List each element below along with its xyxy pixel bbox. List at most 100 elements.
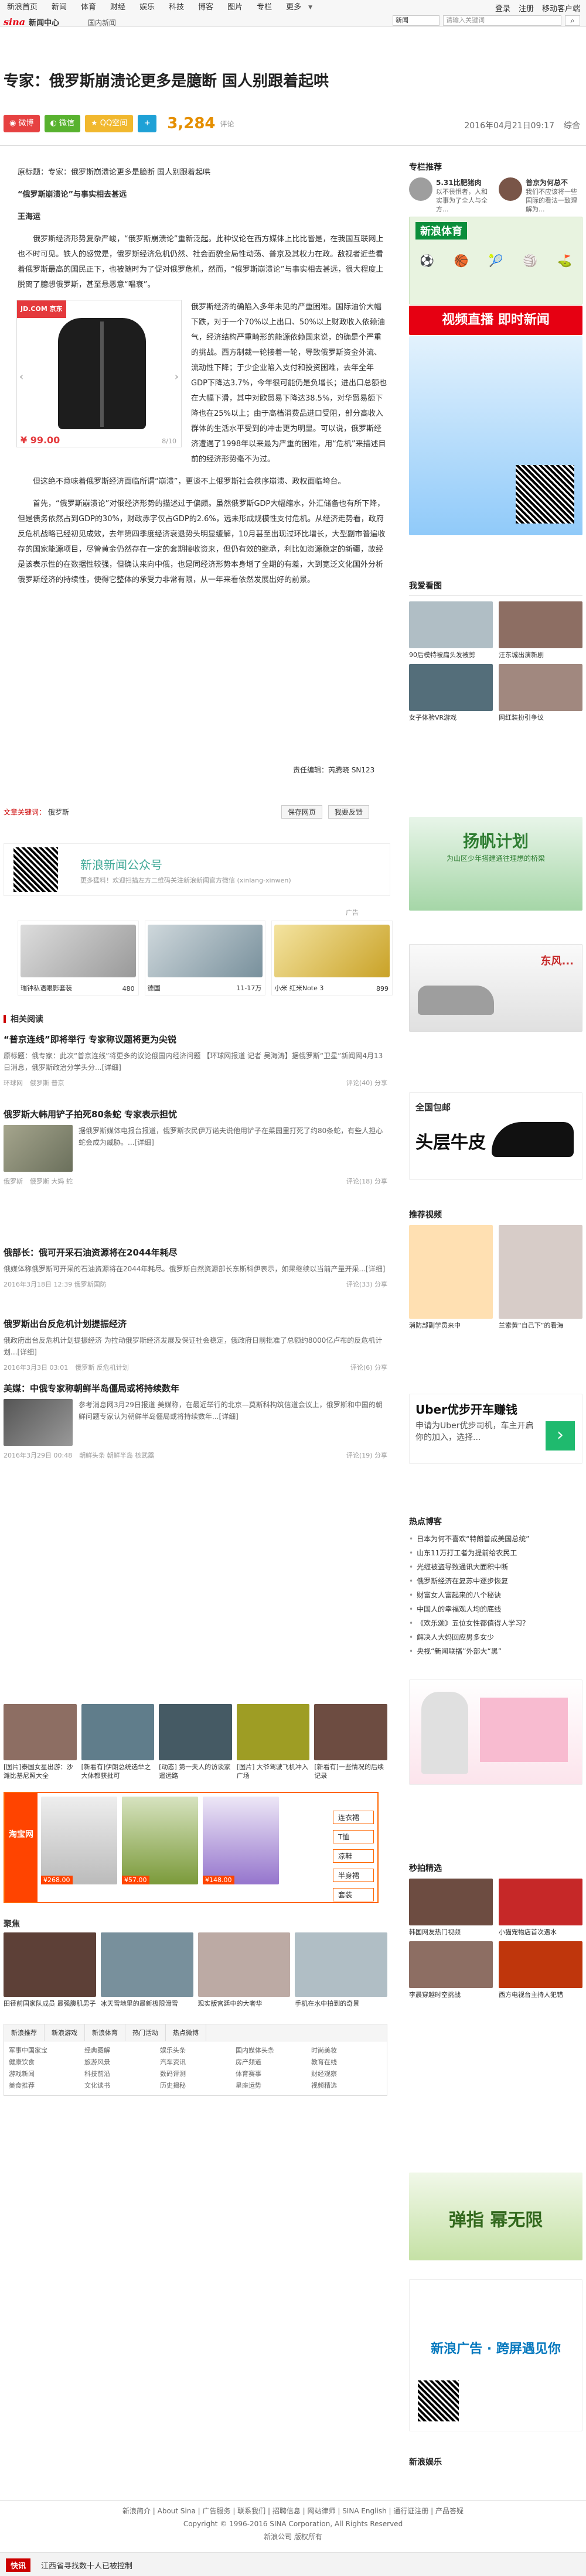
hot-blog-item[interactable]: 日本为何不喜欢“特朗普成美国总统” [409, 1532, 582, 1546]
tab-link[interactable]: 热点微博 [166, 2024, 206, 2041]
tab-link[interactable]: 热门活动 [125, 2024, 166, 2041]
link-item[interactable]: 旅游风景 [84, 2058, 155, 2067]
breadcrumb[interactable]: 国内新闻 [88, 18, 116, 28]
nav-item-more[interactable]: 更多 [279, 0, 308, 15]
side-photo-card[interactable]: 90后模特被扁头发被剪 [409, 601, 493, 659]
side-photo-card[interactable]: 女子体验VR游戏 [409, 664, 493, 722]
related-title[interactable]: 俄罗斯出台反危机计划提振经济 [4, 1318, 387, 1330]
link-item[interactable]: 时尚美妆 [311, 2046, 382, 2055]
recommend-card[interactable]: 手机在水中拍到的奇景 [295, 1932, 387, 2008]
taobao-item[interactable]: ¥268.00 [41, 1797, 117, 1884]
share-more-button[interactable]: + [138, 115, 157, 132]
link-item[interactable]: 数码评测 [160, 2069, 231, 2079]
ad-card[interactable]: 瑞钟私语眼影套装 480 [18, 921, 139, 995]
keyword-link[interactable]: 俄罗斯 [48, 808, 69, 816]
sina-news-logo[interactable]: sina 新闻中心 [4, 16, 59, 28]
tab-link[interactable]: 新浪推荐 [4, 2024, 45, 2041]
taobao-tag[interactable]: 连衣裙 [333, 1811, 374, 1824]
tab-link[interactable]: 新浪游戏 [45, 2024, 85, 2041]
recommend-card[interactable]: 现实版宫廷中的大奢华 [197, 1932, 291, 2008]
search-input[interactable]: 请输入关键词 [443, 15, 561, 26]
taobao-tag[interactable]: 凉鞋 [333, 1849, 374, 1863]
side-photo-card[interactable]: 网红装扮引争议 [499, 664, 582, 722]
nav-item-finance[interactable]: 财经 [103, 0, 132, 15]
uber-ad[interactable]: Uber优步开车赚钱 申请为Uber优步司机，车主开启你的加入，选择... › [409, 1394, 582, 1464]
jd-ad-box[interactable]: JD.COM 京东 ‹ › ¥ 99.00 8/10 [16, 300, 182, 447]
nav-item-photo[interactable]: 图片 [220, 0, 250, 15]
taobao-logo[interactable]: 淘宝网 [5, 1793, 38, 1902]
sina-sports-ad[interactable]: 新浪体育 ⚽ 🏀 🎾 🏐 ⛳ [409, 217, 582, 305]
miaopai-card[interactable]: 李晨穿越时空挑战 [409, 1941, 493, 1999]
comment-count[interactable]: 3,284 [167, 115, 215, 132]
side-photo-card[interactable]: 汪东城出演新剧 [499, 601, 582, 659]
link-item[interactable]: 历史揭秘 [160, 2081, 231, 2091]
link-item[interactable]: 军事中国家宝 [9, 2046, 80, 2055]
flash-news-text[interactable]: 江西省寻找数十人已被控制 [41, 2560, 132, 2571]
link-item[interactable]: 星座运势 [236, 2081, 306, 2091]
search-category-select[interactable]: 新闻 [393, 15, 440, 26]
tanzhi-ad[interactable]: 弹指 幂无限 [409, 2173, 582, 2260]
link-item[interactable]: 美食推荐 [9, 2081, 80, 2091]
link-item[interactable]: 文化读书 [84, 2081, 155, 2091]
hot-blog-item[interactable]: 央视“新闻联播”外部大“黑” [409, 1644, 582, 1658]
photo-card[interactable]: [动态] 第一夫人的访谈家遥远路 [159, 1704, 232, 1780]
video-live-banner[interactable]: 视频直播 即时新闻 [409, 306, 582, 335]
hot-blog-item[interactable]: 《欢乐颂》五位女性都值得人学习？ [409, 1616, 582, 1630]
car-ad[interactable]: 东风... [409, 944, 582, 1032]
related-thumb[interactable] [4, 1125, 73, 1172]
related-title[interactable]: 俄部长：俄可开采石油资源将在2044年耗尽 [4, 1246, 387, 1258]
sports-poster[interactable] [409, 336, 582, 535]
recommend-card[interactable]: 田径前国家队成员 最强腹肌男子 [4, 1932, 96, 2008]
related-thumb[interactable] [4, 1399, 73, 1446]
hot-blog-item[interactable]: 光缆被盗导致通讯大面积中断 [409, 1560, 582, 1574]
login-link[interactable]: 登录 [495, 2, 510, 13]
hot-blog-item[interactable]: 山东11万打工者为提前给农民工 [409, 1546, 582, 1560]
link-item[interactable]: 国内媒体头条 [236, 2046, 306, 2055]
photo-card[interactable]: [新看有]一些情况的后续记录 [314, 1704, 387, 1780]
taobao-item[interactable]: ¥148.00 [203, 1797, 279, 1884]
link-item[interactable]: 游戏新闻 [9, 2069, 80, 2079]
related-title[interactable]: “普京连线”即将举行 专家称议题将更为尖锐 [4, 1033, 387, 1045]
link-item[interactable]: 体育赛事 [236, 2069, 306, 2079]
miaopai-card[interactable]: 小猫宠物店首次遇水 [499, 1879, 582, 1937]
photo-card[interactable]: [图片] 大爷驾驶飞机冲入广场 [236, 1704, 310, 1780]
taobao-tag[interactable]: T恤 [333, 1830, 374, 1843]
related-title[interactable]: 俄罗斯大韩用铲子拍死80条蛇 专家表示担忧 [4, 1108, 387, 1120]
link-item[interactable]: 汽车资讯 [160, 2058, 231, 2067]
hot-blog-item[interactable]: 中国人的幸福观人均的底线 [409, 1602, 582, 1616]
share-weibo-button[interactable]: ◉ 微博 [4, 115, 40, 132]
chevron-right-icon[interactable]: › [546, 1421, 575, 1451]
recommend-card[interactable]: 冰天雪地里的最新极限滑雪 [100, 1932, 193, 2008]
fashion-ad[interactable] [409, 1679, 582, 1785]
nav-item-tech[interactable]: 科技 [162, 0, 191, 15]
nav-item-news[interactable]: 新闻 [45, 0, 74, 15]
related-title[interactable]: 美媒：中俄专家称朝鲜半岛僵局或将持续数年 [4, 1382, 387, 1394]
hot-blog-item[interactable]: 财富女人富起来的八个秘诀 [409, 1588, 582, 1602]
register-link[interactable]: 注册 [519, 2, 534, 13]
link-item[interactable]: 科技前沿 [84, 2069, 155, 2079]
link-item[interactable]: 视频精选 [311, 2081, 382, 2091]
share-qzone-button[interactable]: ★ QQ空间 [85, 115, 134, 132]
photo-card[interactable]: [图片]泰国女星出游：沙滩比基尼照大全 [4, 1704, 77, 1780]
nav-item-blog[interactable]: 博客 [191, 0, 220, 15]
video-card[interactable]: 兰索黄“自己下”的看海 [499, 1225, 582, 1330]
hot-blog-item[interactable]: 解决人大妈回应男多女少 [409, 1630, 582, 1644]
link-item[interactable]: 健康饮食 [9, 2058, 80, 2067]
link-item[interactable]: 经典图解 [84, 2046, 155, 2055]
hot-blog-item[interactable]: 俄罗斯经济在复苏中逐步恢复 [409, 1574, 582, 1588]
taobao-tag[interactable]: 套装 [333, 1888, 374, 1901]
nav-item-column[interactable]: 专栏 [250, 0, 279, 15]
footer-links[interactable]: 新浪简介 | About Sina | 广告服务 | 联系我们 | 招聘信息 |… [0, 2505, 586, 2517]
taobao-tag[interactable]: 半身裙 [333, 1869, 374, 1882]
sina-ad-box[interactable]: 新浪广告 · 跨屏遇见你 [409, 2279, 582, 2431]
feedback-button[interactable]: 我要反馈 [328, 805, 369, 819]
ad-card[interactable]: 小米 红米Note 3 899 [271, 921, 393, 995]
article-source[interactable]: 综合 [564, 119, 580, 131]
photo-card[interactable]: [新看有]伊朗总统选举之大体都获批可 [81, 1704, 155, 1780]
column-card[interactable]: 普京为何总不 我们不应该将一些国际的看法一致理解为... [499, 177, 582, 214]
chevron-left-icon[interactable]: ‹ [19, 370, 23, 385]
miaopai-card[interactable]: 韩国网友热门视频 [409, 1879, 493, 1937]
link-item[interactable]: 娱乐头条 [160, 2046, 231, 2055]
link-item[interactable]: 财经观察 [311, 2069, 382, 2079]
tab-link[interactable]: 新浪体育 [85, 2024, 125, 2041]
